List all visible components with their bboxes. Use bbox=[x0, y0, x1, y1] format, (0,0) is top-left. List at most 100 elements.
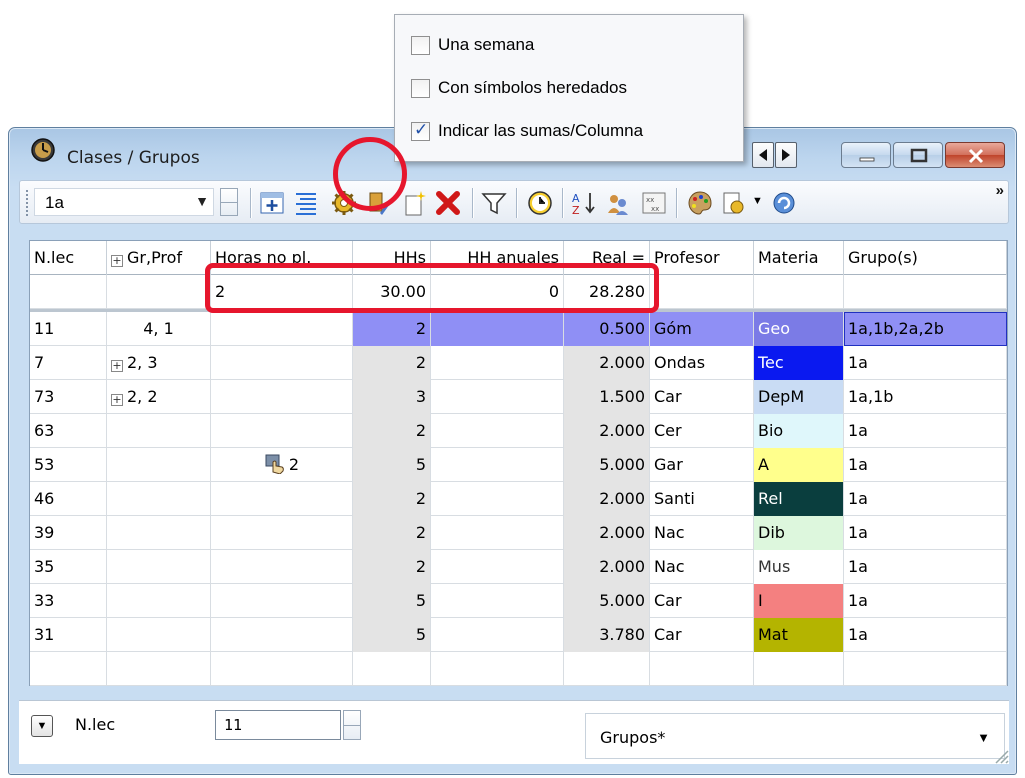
cell-nlec[interactable]: 31 bbox=[30, 618, 107, 652]
cell-profesor[interactable]: Car bbox=[650, 618, 754, 652]
sort-icon[interactable]: A Z bbox=[570, 189, 598, 217]
cell-hh-anuales[interactable] bbox=[431, 312, 564, 346]
column-header-col-grprof[interactable]: + Gr,Prof bbox=[107, 241, 211, 275]
cell-materia[interactable]: Bio bbox=[754, 414, 844, 448]
cell-hhs[interactable]: 2 bbox=[353, 516, 431, 550]
cell-profesor[interactable]: Nac bbox=[650, 516, 754, 550]
new-item-icon[interactable] bbox=[400, 189, 428, 217]
cell-grupos[interactable]: 1a,1b,2a,2b bbox=[844, 312, 1007, 346]
menu-item-simbolos-heredados[interactable]: Con símbolos heredados bbox=[411, 76, 627, 100]
cell-horas[interactable] bbox=[211, 380, 353, 414]
delete-icon[interactable] bbox=[434, 189, 462, 217]
view-combo[interactable]: Grupos* ▼ bbox=[585, 713, 1005, 759]
table-row[interactable]: 33 5 5.000 Car I 1a bbox=[30, 584, 1007, 618]
cell-real[interactable]: 2.000 bbox=[564, 346, 650, 380]
cell-hh-anuales[interactable] bbox=[431, 482, 564, 516]
cell-nlec[interactable]: 7 bbox=[30, 346, 107, 380]
empty-row[interactable] bbox=[30, 652, 1007, 686]
filter-icon[interactable] bbox=[480, 189, 508, 217]
chevron-down-icon[interactable]: ▼ bbox=[752, 195, 763, 207]
cell-grprof[interactable] bbox=[107, 516, 211, 550]
cell-profesor[interactable]: Góm bbox=[650, 312, 754, 346]
cell-nlec[interactable]: 39 bbox=[30, 516, 107, 550]
cell-real[interactable]: 5.000 bbox=[564, 584, 650, 618]
expand-plus-icon[interactable]: + bbox=[111, 394, 123, 406]
cell-grupos[interactable]: 1a bbox=[844, 448, 1007, 482]
cell-nlec[interactable]: 53 bbox=[30, 448, 107, 482]
checkbox[interactable] bbox=[411, 78, 430, 98]
cell-profesor[interactable]: Santi bbox=[650, 482, 754, 516]
cell-hhs[interactable]: 2 bbox=[353, 312, 431, 346]
cell-materia[interactable]: Geo bbox=[754, 312, 844, 346]
column-header-col-profesor[interactable]: Profesor bbox=[650, 241, 754, 275]
cell-hhs[interactable]: 2 bbox=[353, 414, 431, 448]
cell-real[interactable]: 2.000 bbox=[564, 550, 650, 584]
cell-profesor[interactable]: Cer bbox=[650, 414, 754, 448]
refresh-icon[interactable] bbox=[770, 189, 798, 217]
toolbar-more-button[interactable]: » bbox=[996, 183, 1004, 198]
cell-grupos[interactable]: 1a bbox=[844, 516, 1007, 550]
next-record-button[interactable] bbox=[775, 142, 797, 168]
empty-cell[interactable] bbox=[353, 652, 431, 686]
cell-grprof[interactable] bbox=[107, 482, 211, 516]
cell-profesor[interactable]: Car bbox=[650, 380, 754, 414]
cell-hhs[interactable]: 2 bbox=[353, 482, 431, 516]
cell-hhs[interactable]: 2 bbox=[353, 346, 431, 380]
expand-plus-icon[interactable]: + bbox=[111, 255, 123, 267]
empty-cell[interactable] bbox=[564, 652, 650, 686]
column-header-col-materia[interactable]: Materia bbox=[754, 241, 844, 275]
cell-real[interactable]: 3.780 bbox=[564, 618, 650, 652]
cell-nlec[interactable]: 73 bbox=[30, 380, 107, 414]
print-settings-icon[interactable] bbox=[720, 189, 748, 217]
cell-grprof[interactable] bbox=[107, 550, 211, 584]
table-row[interactable]: 35 2 2.000 Nac Mus 1a bbox=[30, 550, 1007, 584]
cell-grupos[interactable]: 1a,1b bbox=[844, 380, 1007, 414]
column-header-col-grupos[interactable]: Grupo(s) bbox=[844, 241, 1007, 275]
empty-cell[interactable] bbox=[431, 652, 564, 686]
color-palette-icon[interactable] bbox=[686, 189, 714, 217]
toolbar-grip[interactable] bbox=[25, 189, 29, 216]
cell-horas[interactable] bbox=[211, 414, 353, 448]
prev-record-button[interactable] bbox=[752, 142, 774, 168]
resize-grip-icon[interactable] bbox=[987, 742, 1009, 764]
cell-hh-anuales[interactable] bbox=[431, 550, 564, 584]
cell-profesor[interactable]: Ondas bbox=[650, 346, 754, 380]
cell-materia[interactable]: DepM bbox=[754, 380, 844, 414]
checkbox[interactable] bbox=[411, 120, 430, 141]
cell-grprof[interactable] bbox=[107, 448, 211, 482]
cell-horas[interactable] bbox=[211, 516, 353, 550]
cell-hh-anuales[interactable] bbox=[431, 516, 564, 550]
columns-icon[interactable] bbox=[292, 189, 320, 217]
table-row[interactable]: 7 +2, 3 2 2.000 Ondas Tec 1a bbox=[30, 346, 1007, 380]
cell-grupos[interactable]: 1a bbox=[844, 414, 1007, 448]
cell-profesor[interactable]: Nac bbox=[650, 550, 754, 584]
table-row[interactable]: 11 4, 1 2 0.500 Góm Geo 1a,1b,2a,2b bbox=[30, 312, 1007, 346]
cell-profesor[interactable]: Gar bbox=[650, 448, 754, 482]
cell-grprof[interactable]: +2, 2 bbox=[107, 380, 211, 414]
table-row[interactable]: 63 2 2.000 Cer Bio 1a bbox=[30, 414, 1007, 448]
cell-grupos[interactable]: 1a bbox=[844, 346, 1007, 380]
cell-materia[interactable]: Rel bbox=[754, 482, 844, 516]
nlec-field[interactable]: 11 bbox=[215, 710, 341, 740]
table-row[interactable]: 53 2 5 5.000 Gar A 1a bbox=[30, 448, 1007, 482]
column-header-col-nlec[interactable]: N.lec bbox=[30, 241, 107, 275]
close-button[interactable] bbox=[945, 142, 1005, 168]
cell-hh-anuales[interactable] bbox=[431, 380, 564, 414]
cell-grprof[interactable]: 4, 1 bbox=[107, 312, 211, 346]
cell-hh-anuales[interactable] bbox=[431, 618, 564, 652]
table-row[interactable]: 73 +2, 2 3 1.500 Car DepM 1a,1b bbox=[30, 380, 1007, 414]
empty-cell[interactable] bbox=[754, 652, 844, 686]
menu-item-indicar-sumas[interactable]: Indicar las sumas/Columna bbox=[411, 119, 643, 143]
table-row[interactable]: 31 5 3.780 Car Mat 1a bbox=[30, 618, 1007, 652]
cell-horas[interactable] bbox=[211, 550, 353, 584]
placeholder-xx-icon[interactable]: xx xx bbox=[640, 189, 668, 217]
cell-real[interactable]: 2.000 bbox=[564, 516, 650, 550]
cell-profesor[interactable]: Car bbox=[650, 584, 754, 618]
teachers-icon[interactable] bbox=[604, 189, 632, 217]
insert-row-icon[interactable] bbox=[258, 189, 286, 217]
cell-hhs[interactable]: 5 bbox=[353, 618, 431, 652]
cell-materia[interactable]: Dib bbox=[754, 516, 844, 550]
cell-materia[interactable]: Mat bbox=[754, 618, 844, 652]
clock-icon[interactable] bbox=[526, 189, 554, 217]
cell-hh-anuales[interactable] bbox=[431, 448, 564, 482]
